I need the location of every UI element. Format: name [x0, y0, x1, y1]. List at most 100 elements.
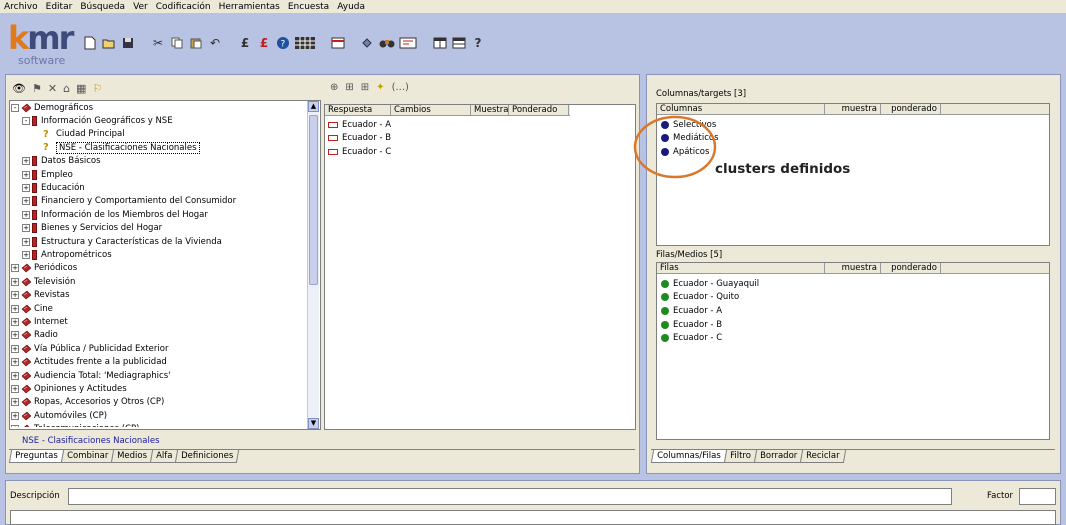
- tree-node[interactable]: + Cine: [11, 302, 307, 315]
- add-row-icon[interactable]: ⊞: [345, 82, 353, 93]
- calendar-icon[interactable]: [330, 35, 346, 51]
- menu-item-5[interactable]: Herramientas: [219, 2, 280, 12]
- menu-item-6[interactable]: Encuesta: [288, 2, 329, 12]
- tree-grid-icon[interactable]: ▦: [76, 82, 86, 95]
- expand-icon[interactable]: +: [11, 425, 19, 427]
- save-icon[interactable]: [120, 35, 136, 51]
- help-icon[interactable]: ?: [275, 35, 291, 51]
- menu-item-7[interactable]: Ayuda: [337, 2, 365, 12]
- right-tab-2[interactable]: Borrador: [753, 450, 803, 463]
- dollar-icon[interactable]: £: [237, 35, 253, 51]
- open-icon[interactable]: [101, 35, 117, 51]
- expand-icon[interactable]: +: [11, 411, 19, 420]
- add-filter-icon[interactable]: ⊞: [361, 82, 369, 93]
- fila-item[interactable]: Ecuador - Guayaquil: [661, 277, 861, 291]
- column-header[interactable]: Muestra: [471, 105, 509, 115]
- tree-home-icon[interactable]: ⌂: [63, 82, 70, 95]
- column-header[interactable]: ponderado: [881, 104, 941, 114]
- tree-node[interactable]: + Opiniones y Actitudes: [11, 382, 307, 395]
- scroll-up-icon[interactable]: ▲: [308, 101, 319, 112]
- tree-node[interactable]: - Demográficos: [11, 101, 307, 114]
- tree-node[interactable]: ? NSE - Clasificaciones Nacionales: [11, 141, 307, 154]
- expand-icon[interactable]: +: [11, 317, 19, 326]
- expand-icon[interactable]: +: [22, 157, 30, 166]
- expand-icon[interactable]: +: [22, 170, 30, 179]
- expand-icon[interactable]: +: [22, 224, 30, 233]
- tree-node[interactable]: + Internet: [11, 315, 307, 328]
- right-tab-3[interactable]: Reciclar: [799, 450, 846, 463]
- tree-node[interactable]: + Televisión: [11, 275, 307, 288]
- answer-row[interactable]: Ecuador - B: [328, 132, 568, 146]
- tree-scrollbar[interactable]: ▲ ▼: [307, 101, 319, 429]
- tree-node[interactable]: + Vía Pública / Publicidad Exterior: [11, 342, 307, 355]
- column-header[interactable]: Cambios: [391, 105, 471, 115]
- expand-icon[interactable]: +: [22, 210, 30, 219]
- column-header[interactable]: ponderado: [881, 263, 941, 273]
- expand-icon[interactable]: +: [22, 184, 30, 193]
- tree-node[interactable]: + Ropas, Accesorios y Otros (CP): [11, 396, 307, 409]
- cut-icon[interactable]: ✂: [150, 35, 166, 51]
- parens-icon[interactable]: (...): [392, 82, 409, 93]
- expand-icon[interactable]: +: [11, 304, 19, 313]
- tree-flag-icon[interactable]: ⚐: [92, 82, 102, 95]
- description-input[interactable]: [68, 488, 952, 505]
- expand-icon[interactable]: +: [11, 291, 19, 300]
- tree-node[interactable]: + Bienes y Servicios del Hogar: [11, 222, 307, 235]
- fila-item[interactable]: Ecuador - B: [661, 318, 861, 332]
- answer-row[interactable]: Ecuador - A: [328, 118, 568, 132]
- expand-icon[interactable]: +: [11, 398, 19, 407]
- add-medium-icon[interactable]: ✦: [376, 82, 384, 93]
- binoculars-icon[interactable]: [379, 35, 395, 51]
- column-header[interactable]: Respuesta: [325, 105, 391, 115]
- expand-icon[interactable]: +: [11, 264, 19, 273]
- question-icon[interactable]: ?: [470, 35, 486, 51]
- tree-node[interactable]: + Revistas: [11, 288, 307, 301]
- collapse-icon[interactable]: -: [11, 103, 19, 112]
- undo-icon[interactable]: ↶: [207, 35, 223, 51]
- window-icon[interactable]: [432, 35, 448, 51]
- left-tab-2[interactable]: Medios: [110, 450, 154, 463]
- expand-icon[interactable]: +: [22, 250, 30, 259]
- expand-icon[interactable]: +: [11, 371, 19, 380]
- left-tab-1[interactable]: Combinar: [60, 450, 115, 463]
- menu-item-2[interactable]: Búsqueda: [80, 2, 125, 12]
- collapse-icon[interactable]: -: [22, 117, 30, 126]
- expand-icon[interactable]: +: [11, 344, 19, 353]
- tree-node[interactable]: + Actitudes frente a la publicidad: [11, 355, 307, 368]
- right-tab-0[interactable]: Columnas/Filas: [650, 450, 727, 463]
- expand-icon[interactable]: +: [11, 384, 19, 393]
- tree-node[interactable]: + Radio: [11, 329, 307, 342]
- answer-row[interactable]: Ecuador - C: [328, 145, 568, 159]
- menu-item-0[interactable]: Archivo: [4, 2, 38, 12]
- tree-node[interactable]: + Estructura y Características de la Vivi…: [11, 235, 307, 248]
- tree-node[interactable]: + Educación: [11, 181, 307, 194]
- expand-icon[interactable]: +: [22, 237, 30, 246]
- window2-icon[interactable]: [451, 35, 467, 51]
- description-textarea[interactable]: [10, 510, 1056, 525]
- tree-node[interactable]: + Telecomunicaciones (CP): [11, 422, 307, 427]
- tree-filter-icon[interactable]: ⚑: [32, 82, 42, 95]
- edit-icon[interactable]: [398, 35, 418, 51]
- menu-item-4[interactable]: Codificación: [156, 2, 211, 12]
- tree-node[interactable]: + Periódicos: [11, 262, 307, 275]
- tree-node[interactable]: - Información Geográficos y NSE: [11, 114, 307, 127]
- link-icon[interactable]: [360, 35, 376, 51]
- tree-node[interactable]: + Automóviles (CP): [11, 409, 307, 422]
- column-header[interactable]: Filas: [657, 263, 825, 273]
- left-tab-0[interactable]: Preguntas: [8, 450, 64, 463]
- binoculars-small-icon[interactable]: 👁: [12, 82, 26, 95]
- new-icon[interactable]: [82, 35, 98, 51]
- tree-node[interactable]: + Audiencia Total: 'Mediagraphics': [11, 369, 307, 382]
- factor-input[interactable]: [1019, 488, 1056, 505]
- expand-icon[interactable]: +: [11, 358, 19, 367]
- copy-icon[interactable]: [169, 35, 185, 51]
- fila-item[interactable]: Ecuador - C: [661, 331, 861, 345]
- fila-item[interactable]: Ecuador - A: [661, 304, 861, 318]
- expand-icon[interactable]: +: [11, 277, 19, 286]
- column-header[interactable]: muestra: [825, 104, 881, 114]
- scroll-thumb[interactable]: [309, 115, 318, 285]
- left-tab-4[interactable]: Definiciones: [175, 450, 240, 463]
- tree-node[interactable]: + Empleo: [11, 168, 307, 181]
- tree-node[interactable]: + Datos Básicos: [11, 155, 307, 168]
- add-col-icon[interactable]: ⊕: [330, 82, 338, 93]
